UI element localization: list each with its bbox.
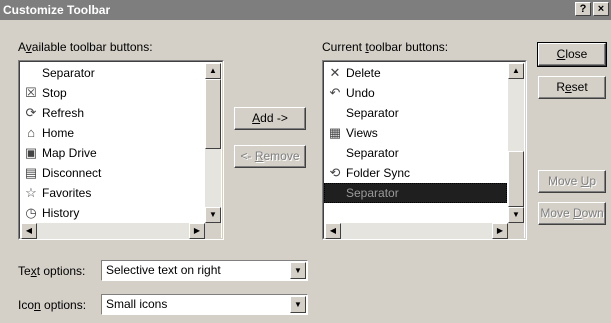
list-item-label: Separator <box>42 66 95 80</box>
close-window-button[interactable]: × <box>593 2 609 16</box>
scroll-right-arrow-icon[interactable]: ▶ <box>189 223 205 239</box>
disconnect-icon: ▤ <box>24 165 38 180</box>
list-item[interactable]: Separator <box>324 103 507 123</box>
list-item-label: Undo <box>346 86 375 100</box>
list-item-label: Home <box>42 126 75 140</box>
list-item-label: Disconnect <box>42 166 102 180</box>
favorites-icon: ☆ <box>25 185 37 200</box>
list-item-label: Separator <box>346 146 399 160</box>
list-item[interactable]: ✕ Delete <box>324 63 507 83</box>
scroll-down-arrow-icon[interactable]: ▼ <box>205 207 221 223</box>
help-button[interactable]: ? <box>575 2 591 16</box>
list-item[interactable]: ▦ Views <box>324 123 507 143</box>
list-item-label: Separator <box>346 106 399 120</box>
current-buttons-label: Current toolbar buttons: <box>322 40 449 54</box>
chevron-down-icon[interactable]: ▼ <box>290 296 306 313</box>
available-buttons-label: Available toolbar buttons: <box>18 40 153 54</box>
scroll-up-arrow-icon[interactable]: ▲ <box>205 63 221 79</box>
scroll-right-arrow-icon[interactable]: ▶ <box>492 223 508 239</box>
stop-icon: ☒ <box>25 85 37 100</box>
text-options-select[interactable]: Selective text on right ▼ <box>101 260 308 281</box>
icon-options-label: Icon options: <box>18 298 87 312</box>
title-bar[interactable]: Customize Toolbar ? × <box>0 0 611 20</box>
list-item[interactable]: ⌂ Home <box>20 123 204 143</box>
list-item[interactable]: ↶ Undo <box>324 83 507 103</box>
scroll-up-arrow-icon[interactable]: ▲ <box>508 63 524 79</box>
current-scroll-thumb[interactable] <box>508 151 524 207</box>
list-item-label: Views <box>346 126 378 140</box>
undo-icon: ↶ <box>329 85 341 100</box>
scroll-down-arrow-icon[interactable]: ▼ <box>508 207 524 223</box>
icon-options-select[interactable]: Small icons ▼ <box>101 294 308 315</box>
add-button[interactable]: Add -> <box>234 107 306 130</box>
move-up-button[interactable]: Move Up <box>538 170 606 193</box>
list-item-label: History <box>42 206 80 220</box>
list-item-label: Folder Sync <box>346 166 411 180</box>
close-button[interactable]: Close <box>537 42 607 67</box>
list-item[interactable]: ▣ Map Drive <box>20 143 204 163</box>
available-scroll-thumb[interactable] <box>205 79 221 149</box>
list-item[interactable]: ☒ Stop <box>20 83 204 103</box>
current-horizontal-scrollbar[interactable]: ◀ ▶ <box>325 223 508 239</box>
list-item[interactable]: ◷ History <box>20 203 204 223</box>
list-item-label: Stop <box>42 86 67 100</box>
available-vertical-scrollbar[interactable]: ▲ ▼ <box>205 63 221 223</box>
move-down-button[interactable]: Move Down <box>538 202 606 225</box>
current-vertical-scrollbar[interactable]: ▲ ▼ <box>508 63 524 223</box>
window-title: Customize Toolbar <box>3 3 111 17</box>
list-item[interactable]: Separator <box>324 183 507 203</box>
list-item-label: Map Drive <box>42 146 97 160</box>
customize-toolbar-dialog: Customize Toolbar ? × Available toolbar … <box>0 0 611 323</box>
list-item-label: Favorites <box>42 186 92 200</box>
scroll-left-arrow-icon[interactable]: ◀ <box>21 223 37 239</box>
current-buttons-list[interactable]: ✕ Delete ↶ Undo Separator ▦ Views Separator ⟲ Fol… <box>322 60 527 240</box>
views-icon: ▦ <box>328 125 342 140</box>
map-drive-icon: ▣ <box>24 145 38 160</box>
list-item[interactable]: ⟳ Refresh <box>20 103 204 123</box>
icon-options-value: Small icons <box>106 297 168 311</box>
available-horizontal-scrollbar[interactable]: ◀ ▶ <box>21 223 205 239</box>
text-options-label: Text options: <box>18 264 86 278</box>
list-item[interactable]: Separator <box>20 63 204 83</box>
list-item[interactable]: Separator <box>324 143 507 163</box>
list-item-label: Delete <box>346 66 381 80</box>
reset-button[interactable]: Reset <box>538 76 606 99</box>
list-item-label: Refresh <box>42 106 85 120</box>
list-item[interactable]: ☆ Favorites <box>20 183 204 203</box>
folder-sync-icon: ⟲ <box>329 165 341 180</box>
delete-icon: ✕ <box>329 65 341 80</box>
list-item[interactable]: ▤ Disconnect <box>20 163 204 183</box>
list-item[interactable]: ⟲ Folder Sync <box>324 163 507 183</box>
chevron-down-icon[interactable]: ▼ <box>290 262 306 279</box>
refresh-icon: ⟳ <box>25 105 37 120</box>
history-icon: ◷ <box>25 205 37 220</box>
available-buttons-list[interactable]: Separator ☒ Stop ⟳ Refresh ⌂ Home ▣ Map Drive ▤ Di… <box>18 60 224 240</box>
home-icon: ⌂ <box>27 125 35 140</box>
remove-button[interactable]: <- Remove <box>234 145 306 168</box>
scroll-left-arrow-icon[interactable]: ◀ <box>325 223 341 239</box>
list-item-label: Separator <box>346 186 399 200</box>
text-options-value: Selective text on right <box>106 263 221 277</box>
